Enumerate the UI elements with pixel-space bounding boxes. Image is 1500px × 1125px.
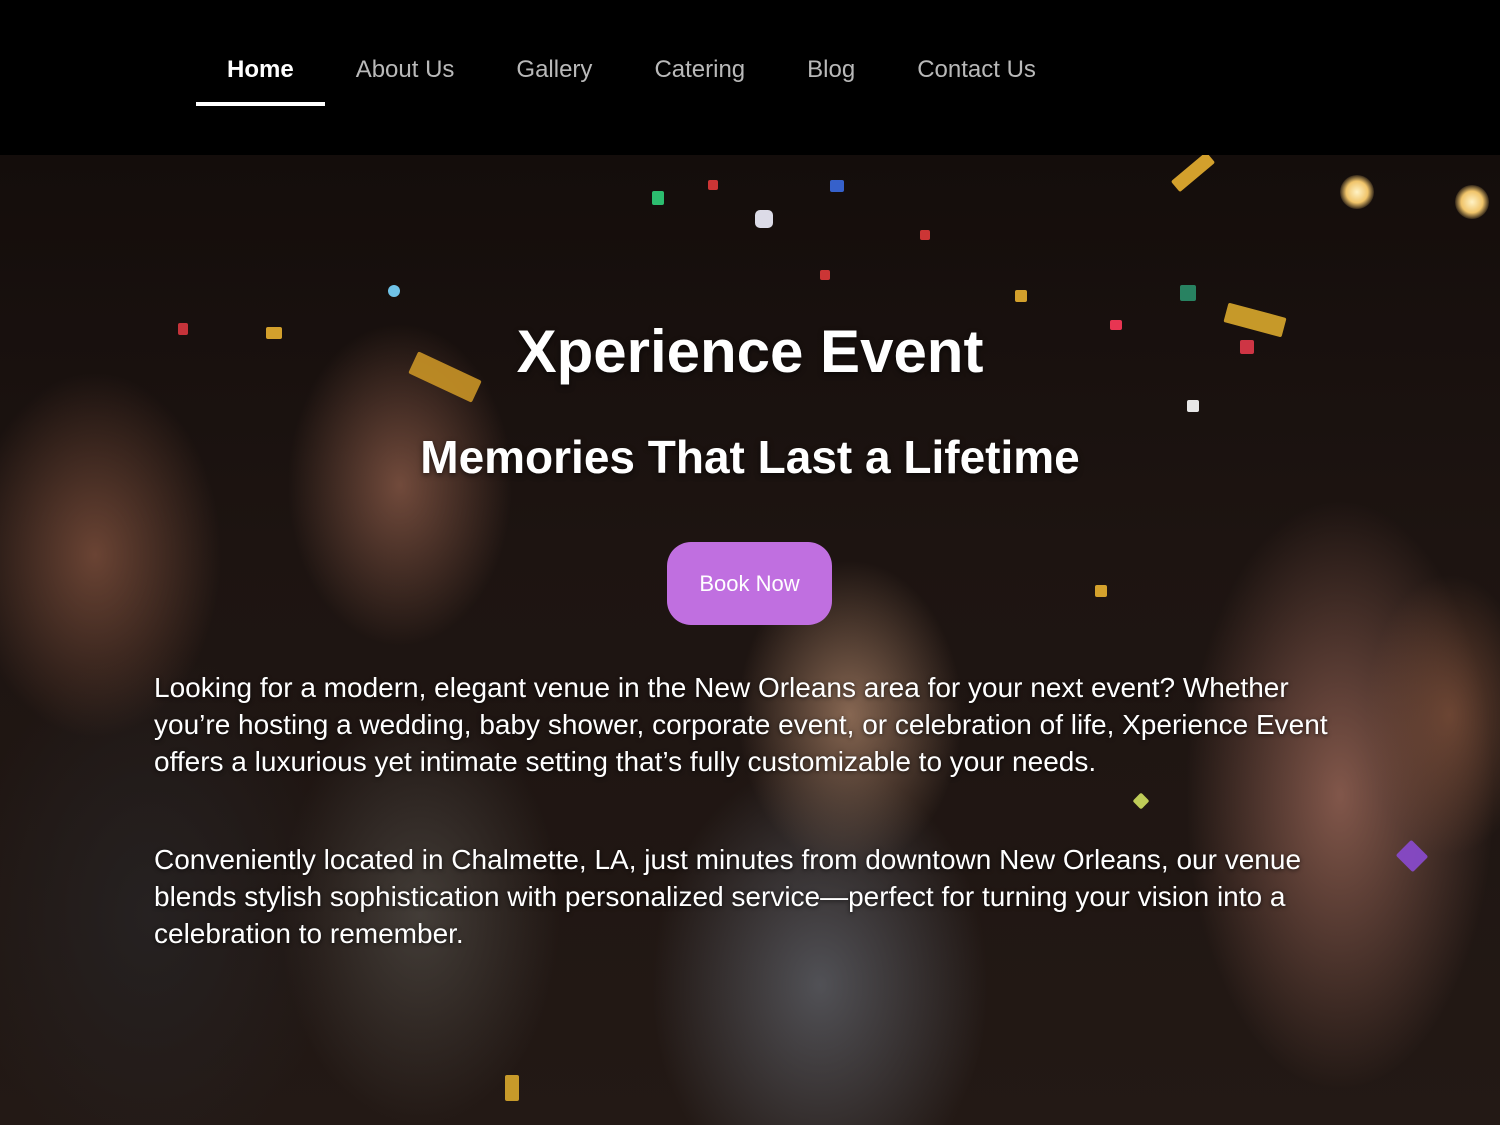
hero-section: Xperience Event Memories That Last a Lif… — [0, 155, 1500, 1125]
hero-content: Xperience Event Memories That Last a Lif… — [0, 155, 1500, 1125]
hero-title: Xperience Event — [516, 318, 984, 385]
nav-menu: Home About Us Gallery Catering Blog Cont… — [196, 40, 1067, 106]
intro-paragraph: Looking for a modern, elegant venue in t… — [154, 672, 1328, 777]
nav-item-contact-us[interactable]: Contact Us — [886, 40, 1067, 106]
hero-subtitle: Memories That Last a Lifetime — [420, 431, 1080, 483]
nav-item-about-us[interactable]: About Us — [325, 40, 486, 106]
book-now-button[interactable]: Book Now — [667, 542, 832, 625]
top-navigation: Home About Us Gallery Catering Blog Cont… — [0, 0, 1500, 155]
nav-item-gallery[interactable]: Gallery — [485, 40, 623, 106]
nav-item-catering[interactable]: Catering — [623, 40, 776, 106]
location-paragraph: Conveniently located in Chalmette, LA, j… — [154, 844, 1302, 949]
nav-item-home[interactable]: Home — [196, 40, 325, 106]
nav-item-blog[interactable]: Blog — [776, 40, 886, 106]
